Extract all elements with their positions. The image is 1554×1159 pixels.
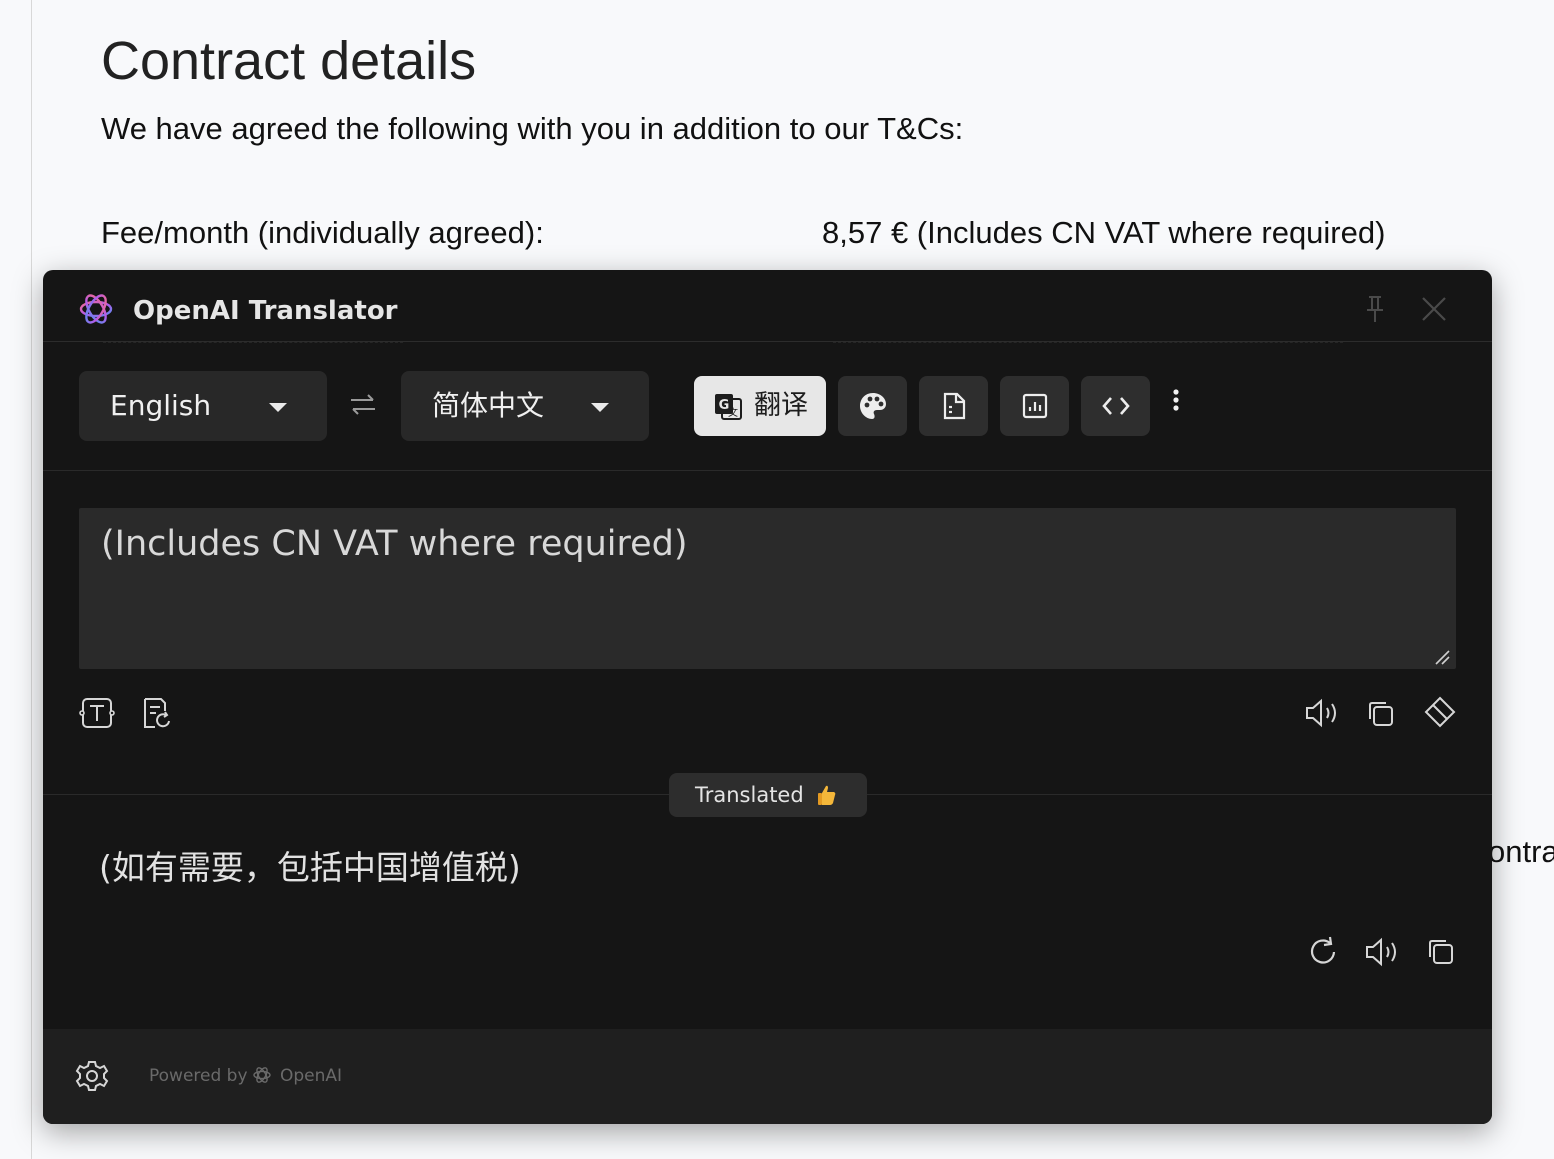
status-badge: Translated (669, 773, 867, 817)
target-language-label: 简体中文 (432, 389, 545, 422)
footer-brand[interactable]: OpenAI (280, 1064, 342, 1088)
translate-mode-button[interactable]: G 文 翻译 (694, 376, 826, 436)
speaker-icon[interactable] (1303, 696, 1341, 730)
chevron-down-icon (591, 403, 609, 412)
regenerate-icon[interactable] (1306, 935, 1340, 969)
translator-footer: Powered by OpenAI (43, 1029, 1492, 1124)
summarize-mode-button[interactable] (919, 376, 988, 436)
fee-label: Fee/month (individually agreed): (101, 215, 544, 250)
translator-header[interactable]: OpenAI Translator (43, 270, 1492, 342)
source-text-area[interactable]: (Includes CN VAT where required) (79, 508, 1456, 669)
svg-text:文: 文 (728, 406, 738, 419)
source-language-label: English (110, 389, 212, 422)
speaker-icon[interactable] (1363, 935, 1401, 969)
more-options-icon[interactable] (1167, 388, 1185, 418)
ghost-underline (103, 342, 403, 343)
fee-value: 8,57 € (Includes CN VAT where required) (822, 215, 1386, 250)
ghost-underline (833, 342, 1343, 343)
chevron-down-icon (269, 403, 287, 412)
palette-icon (859, 393, 886, 419)
copy-icon[interactable] (1425, 936, 1457, 968)
swap-languages-icon[interactable] (348, 390, 378, 420)
document-refresh-icon[interactable] (141, 696, 173, 730)
openai-logo-icon (253, 1067, 271, 1083)
thumbs-up-icon (818, 785, 836, 805)
page-left-border (31, 0, 32, 1159)
target-language-select[interactable]: 简体中文 (401, 371, 649, 441)
google-translate-icon: G 文 (715, 394, 742, 420)
document-icon (943, 392, 965, 420)
translator-window: OpenAI Translator English 简体中文 G 文 翻译 (I… (43, 270, 1492, 1124)
openai-logo-icon (79, 294, 113, 324)
background-partial-text: ontra (1488, 834, 1554, 869)
text-format-icon[interactable] (79, 696, 115, 730)
toolbar-divider (43, 470, 1492, 471)
gear-icon[interactable] (75, 1059, 109, 1093)
chart-icon (1022, 393, 1047, 419)
translation-result-text: (如有需要，包括中国增值税) (99, 848, 521, 887)
polish-mode-button[interactable] (838, 376, 907, 436)
eraser-icon[interactable] (1423, 695, 1457, 729)
status-text: Translated (695, 783, 804, 807)
source-text: (Includes CN VAT where required) (101, 524, 688, 564)
source-language-select[interactable]: English (79, 371, 327, 441)
code-mode-button[interactable] (1081, 376, 1150, 436)
copy-icon[interactable] (1365, 698, 1397, 730)
close-icon[interactable] (1419, 294, 1449, 324)
resize-handle-icon[interactable] (1434, 649, 1450, 665)
translator-title: OpenAI Translator (133, 296, 398, 326)
code-icon (1101, 397, 1130, 415)
page-title: Contract details (101, 31, 477, 91)
translate-mode-label: 翻译 (754, 390, 808, 421)
pin-icon[interactable] (1361, 294, 1389, 324)
analyze-mode-button[interactable] (1000, 376, 1069, 436)
page-intro-text: We have agreed the following with you in… (101, 111, 964, 146)
footer-powered-by: Powered by (149, 1066, 248, 1086)
